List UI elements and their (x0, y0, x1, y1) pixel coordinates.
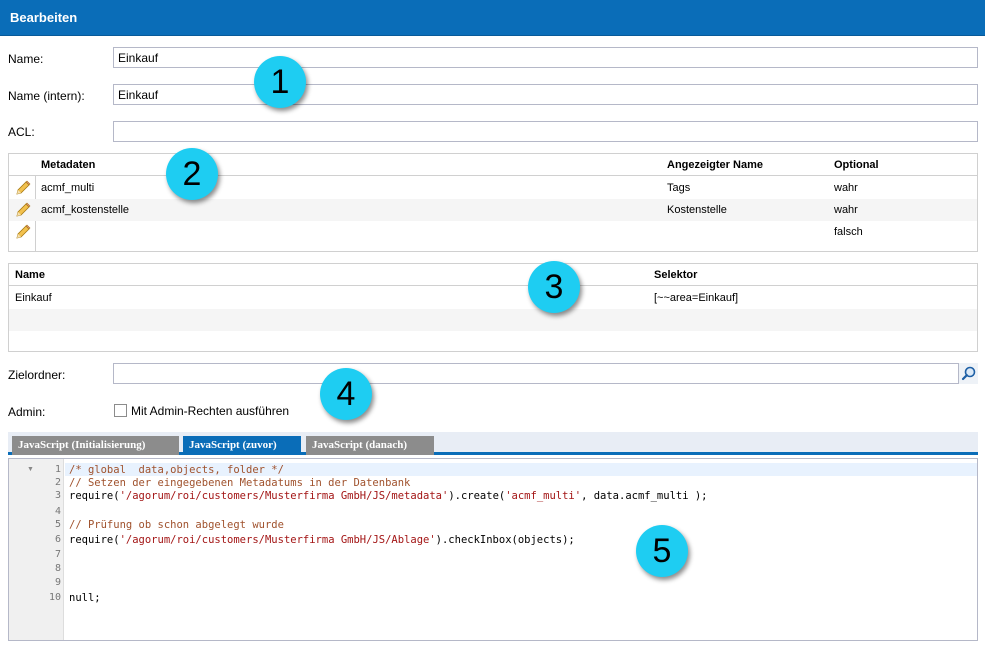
line-number: 4 (54, 506, 61, 517)
selector-grid-header: Name Selektor (9, 264, 977, 286)
callout-badge-5: 5 (636, 525, 688, 577)
zielordner-label: Zielordner: (8, 368, 66, 382)
optional-cell: wahr (834, 182, 858, 194)
pencil-icon[interactable] (15, 180, 31, 196)
angezeigter-name-cell: Tags (667, 182, 691, 194)
line-number-gutter: ▼ 1 2 3 4 5 6 7 8 9 10 (9, 459, 64, 640)
code-token: ).create( (448, 490, 506, 502)
line-number: 2 (54, 477, 61, 488)
name-intern-input[interactable] (113, 84, 978, 105)
code-token: require( (69, 534, 120, 546)
tab-javascript-zuvor[interactable]: JavaScript (zuvor) (183, 436, 301, 455)
code-string: 'acmf_multi' (505, 490, 582, 502)
admin-checkbox-label[interactable]: Mit Admin-Rechten ausführen (131, 404, 289, 418)
selector-row-empty (9, 309, 977, 331)
line-number: 6 (54, 534, 61, 545)
line-number: 5 (54, 519, 61, 530)
code-line-10: null; (69, 592, 101, 604)
script-tabbar: JavaScript (Initialisierung) JavaScript … (8, 432, 978, 455)
tab-javascript-danach[interactable]: JavaScript (danach) (306, 436, 434, 455)
code-line-3: require('/agorum/roi/customers/Musterfir… (69, 490, 708, 503)
column-header-metadaten[interactable]: Metadaten (41, 159, 95, 171)
admin-checkbox[interactable] (114, 404, 127, 417)
code-token: , data.acmf_multi ); (581, 490, 708, 502)
column-header-name[interactable]: Name (15, 269, 45, 281)
code-token: ).checkInbox(objects); (435, 534, 575, 546)
callout-badge-2: 2 (166, 148, 218, 200)
line-number: 8 (54, 563, 61, 574)
code-editor[interactable]: ▼ 1 2 3 4 5 6 7 8 9 10 /* global data,ob… (8, 458, 978, 641)
name-input[interactable] (113, 47, 978, 68)
zielordner-search-button[interactable] (958, 363, 978, 384)
metadata-grid-header: Metadaten Angezeigter Name Optional (9, 154, 977, 176)
column-header-angezeigter-name[interactable]: Angezeigter Name (667, 159, 763, 171)
metadaten-cell: acmf_multi (41, 182, 95, 194)
admin-label: Admin: (8, 405, 46, 419)
code-string: '/agorum/roi/customers/Musterfirma GmbH/… (119, 534, 436, 546)
selector-grid: Name Selektor Einkauf [~~area=Einkauf] (8, 263, 978, 352)
line-number: 7 (54, 549, 61, 560)
code-token: require( (69, 490, 120, 502)
selector-row[interactable]: Einkauf [~~area=Einkauf] (9, 287, 977, 309)
column-header-selektor[interactable]: Selektor (654, 269, 697, 281)
line-number: 10 (48, 592, 61, 603)
code-line-6: require('/agorum/roi/customers/Musterfir… (69, 534, 575, 547)
selektor-cell: [~~area=Einkauf] (654, 292, 739, 304)
optional-cell: wahr (834, 204, 858, 216)
angezeigter-name-cell: Kostenstelle (667, 204, 727, 216)
metadaten-cell: acmf_kostenstelle (41, 204, 130, 216)
name-cell: Einkauf (15, 292, 52, 304)
code-string: '/agorum/roi/customers/Musterfirma GmbH/… (119, 490, 449, 502)
metadata-row[interactable]: acmf_kostenstelle Kostenstelle wahr (9, 199, 977, 221)
acl-input[interactable] (113, 121, 978, 142)
metadata-grid: Metadaten Angezeigter Name Optional acmf… (8, 153, 978, 252)
pencil-icon[interactable] (15, 224, 31, 240)
window-title: Bearbeiten (10, 10, 78, 25)
callout-badge-1: 1 (254, 56, 306, 108)
magnifier-icon (961, 366, 976, 381)
name-intern-label: Name (intern): (8, 89, 85, 103)
line-number: 9 (54, 577, 61, 588)
callout-badge-4: 4 (320, 368, 372, 420)
tab-javascript-initialisierung[interactable]: JavaScript (Initialisierung) (12, 436, 179, 455)
name-label: Name: (8, 52, 44, 66)
line-number: 1 (54, 464, 61, 475)
column-header-optional[interactable]: Optional (834, 159, 879, 171)
metadata-row[interactable]: acmf_multi Tags wahr (9, 177, 977, 199)
acl-label: ACL: (8, 125, 35, 139)
optional-cell: falsch (834, 226, 863, 238)
callout-badge-3: 3 (528, 261, 580, 313)
code-line-5: // Prüfung ob schon abgelegt wurde (69, 519, 284, 531)
metadata-row[interactable]: falsch (9, 221, 977, 243)
code-line-2: // Setzen der eingegebenen Metadatums in… (69, 477, 411, 489)
window-header: Bearbeiten (0, 0, 985, 36)
pencil-icon[interactable] (15, 202, 31, 218)
code-line-1: /* global data,objects, folder */ (69, 464, 284, 476)
line-number: 3 (54, 490, 61, 501)
zielordner-input[interactable] (113, 363, 978, 384)
